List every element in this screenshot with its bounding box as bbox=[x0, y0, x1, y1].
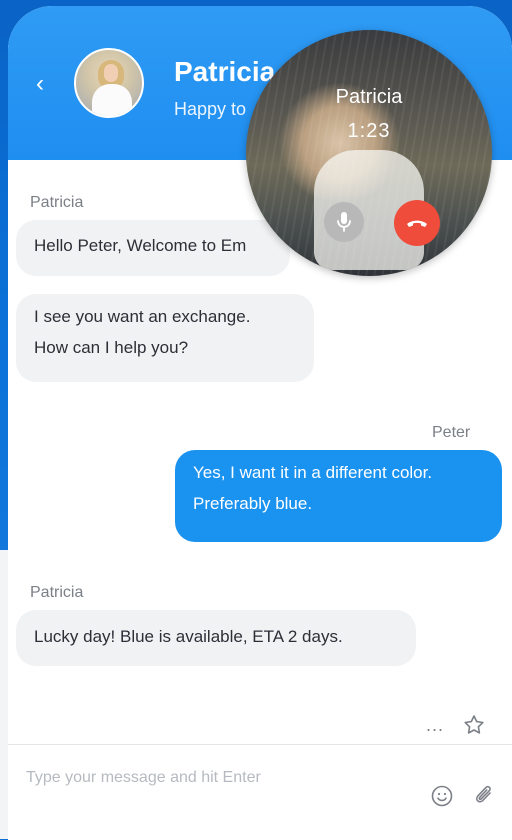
message-bubble: Yes, I want it in a different color. Pre… bbox=[175, 450, 502, 542]
avatar-face bbox=[104, 64, 118, 82]
hang-up-icon bbox=[407, 220, 427, 227]
avatar-body bbox=[92, 84, 132, 116]
call-contact-name: Patricia bbox=[335, 86, 403, 108]
contact-status: Happy to bbox=[174, 99, 247, 119]
microphone-icon bbox=[337, 212, 351, 232]
video-call-overlay[interactable]: Patricia 1:23 bbox=[246, 30, 492, 276]
attachment-icon[interactable] bbox=[472, 783, 496, 809]
message-input[interactable] bbox=[24, 762, 408, 794]
message-text: Hello Peter, Welcome to Em bbox=[34, 236, 247, 255]
message-text: Lucky day! Blue is available, ETA 2 days… bbox=[34, 627, 343, 646]
sender-label: Peter bbox=[432, 424, 471, 441]
more-options-icon[interactable]: ... bbox=[426, 716, 444, 734]
avatar[interactable] bbox=[74, 48, 144, 118]
call-timer: 1:23 bbox=[347, 120, 391, 142]
message-text: Yes, I want it in a different color. bbox=[193, 463, 433, 482]
emoji-icon[interactable] bbox=[430, 784, 454, 808]
sender-label: Patricia bbox=[30, 584, 84, 601]
mute-button[interactable] bbox=[324, 202, 364, 242]
message-text: I see you want an exchange. bbox=[34, 307, 251, 326]
end-call-button[interactable] bbox=[394, 200, 440, 246]
sender-label: Patricia bbox=[30, 194, 84, 211]
message-actions: ... bbox=[426, 710, 486, 740]
back-icon[interactable]: ‹ bbox=[28, 70, 52, 98]
composer-divider bbox=[8, 744, 512, 745]
message-bubble: Lucky day! Blue is available, ETA 2 days… bbox=[16, 610, 416, 666]
message-text: Preferably blue. bbox=[193, 494, 313, 513]
message-bubble: I see you want an exchange. How can I he… bbox=[16, 294, 314, 382]
star-icon[interactable] bbox=[462, 713, 486, 737]
message-text: How can I help you? bbox=[34, 338, 189, 357]
